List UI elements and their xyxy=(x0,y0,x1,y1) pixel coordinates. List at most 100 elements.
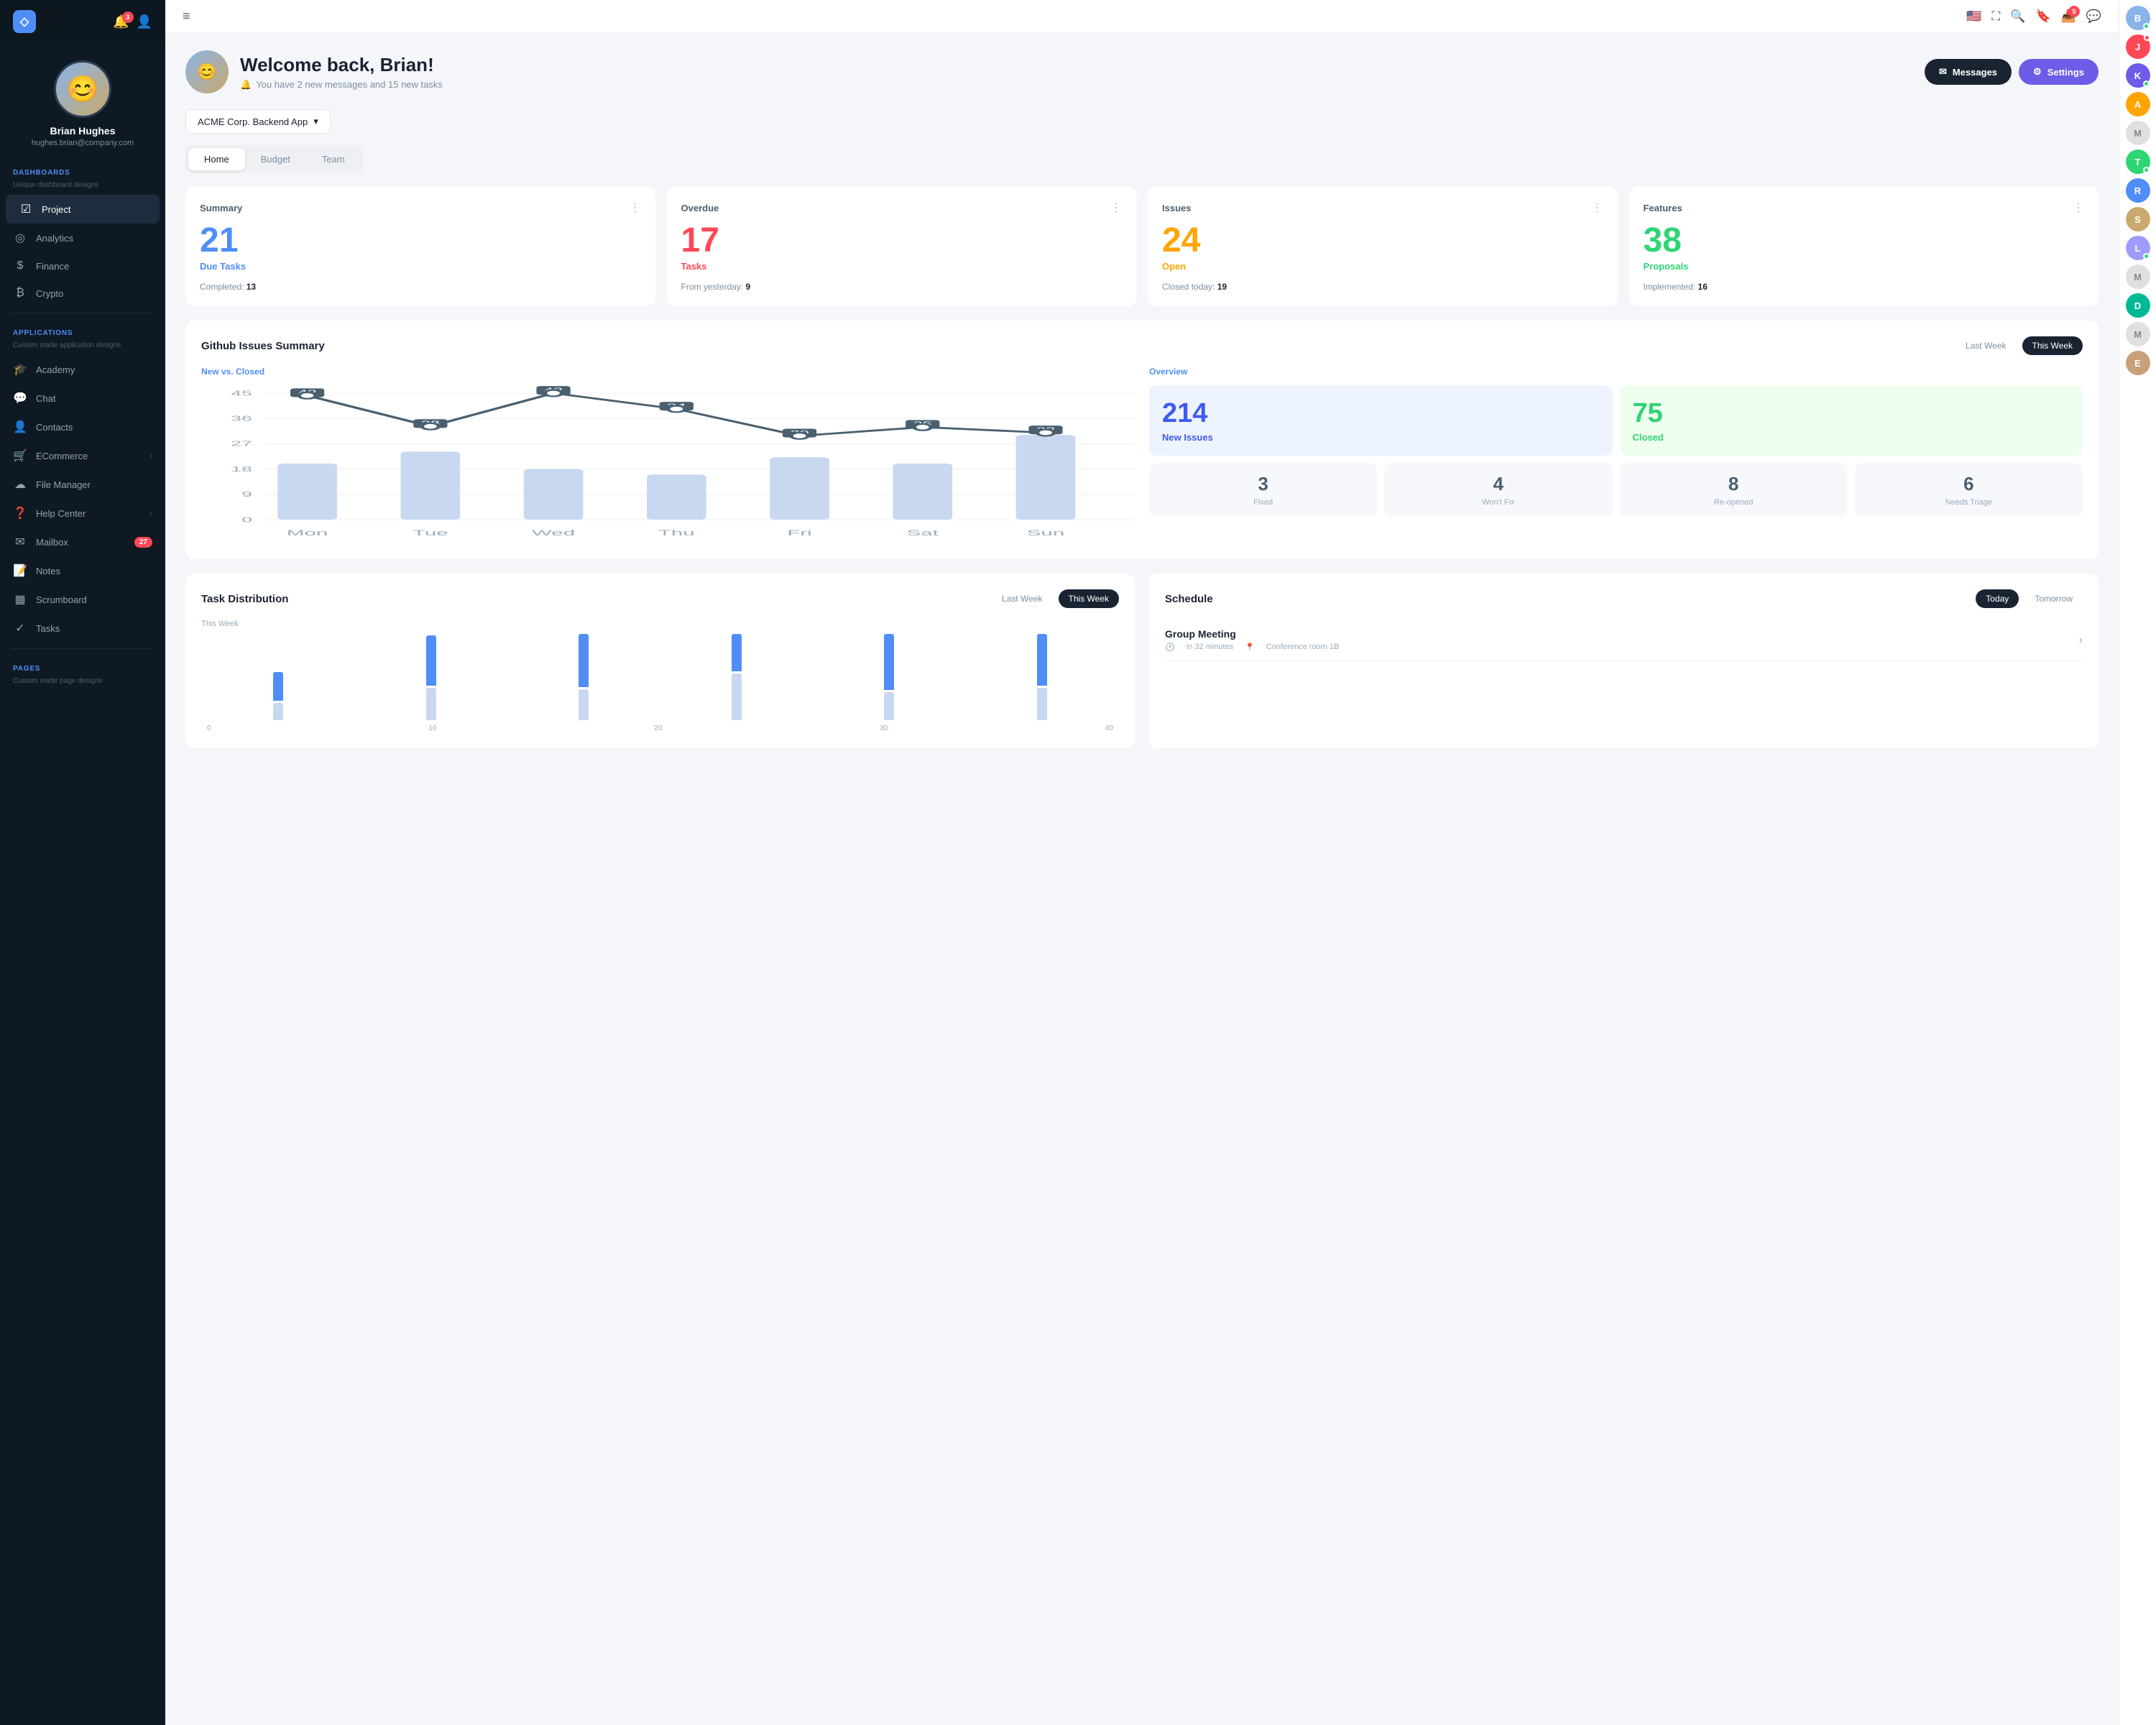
sidebar-item-notes[interactable]: 📝 Notes xyxy=(0,556,165,585)
right-avatar-13[interactable]: E xyxy=(2126,351,2150,375)
sidebar-item-help-center[interactable]: ❓ Help Center › xyxy=(0,499,165,528)
chat-topbar-icon[interactable]: 💬 xyxy=(2086,9,2101,24)
right-avatar-8[interactable]: S xyxy=(2126,207,2150,231)
tab-team[interactable]: Team xyxy=(306,148,361,170)
sidebar-item-mailbox[interactable]: ✉ Mailbox 27 xyxy=(0,528,165,556)
chevron-right-schedule-icon[interactable]: › xyxy=(2079,634,2083,647)
dashboards-sub: Unique dashboard designs xyxy=(0,180,165,195)
schedule-header: Schedule Today Tomorrow xyxy=(1165,589,2083,608)
new-issues-number: 214 xyxy=(1162,398,1600,429)
welcome-section: 😊 Welcome back, Brian! 🔔 You have 2 new … xyxy=(185,50,2099,93)
stat-title-overdue: Overdue xyxy=(681,203,719,213)
app-selector[interactable]: ACME Corp. Backend App ▾ xyxy=(185,109,331,134)
tab-home[interactable]: Home xyxy=(188,148,245,170)
welcome-left: 😊 Welcome back, Brian! 🔔 You have 2 new … xyxy=(185,50,443,93)
tabs: Home Budget Team xyxy=(185,145,364,173)
menu-icon[interactable]: ≡ xyxy=(183,9,190,24)
mini-num-triage: 6 xyxy=(1865,473,2073,495)
right-avatar-3[interactable]: K xyxy=(2126,63,2150,88)
sidebar-item-project[interactable]: ☑ Project xyxy=(6,195,160,224)
svg-text:Thu: Thu xyxy=(658,528,695,537)
right-avatar-11[interactable]: D xyxy=(2126,293,2150,318)
sidebar-item-file-manager[interactable]: ☁ File Manager xyxy=(0,470,165,499)
right-avatar-12[interactable]: M xyxy=(2126,322,2150,346)
envelope-icon: ✉ xyxy=(1939,66,1947,78)
svg-text:Wed: Wed xyxy=(532,528,575,537)
tasks-icon: ✓ xyxy=(13,621,27,635)
sidebar-item-academy[interactable]: 🎓 Academy xyxy=(0,355,165,384)
sidebar-item-label: Analytics xyxy=(36,233,73,244)
mailbox-icon: ✉ xyxy=(13,535,27,549)
period-buttons-github: Last Week This Week xyxy=(1955,336,2083,355)
settings-button[interactable]: ⚙ Settings xyxy=(2019,59,2099,85)
app-logo[interactable]: ◇ xyxy=(13,10,36,33)
sidebar-item-contacts[interactable]: 👤 Contacts xyxy=(0,413,165,441)
schedule-item: Group Meeting 🕐 in 32 minutes 📍 Conferen… xyxy=(1165,620,2083,661)
mini-card-fixed: 3 Fixed xyxy=(1149,463,1377,517)
svg-text:Mon: Mon xyxy=(287,528,328,537)
sidebar-item-ecommerce[interactable]: 🛒 ECommerce › xyxy=(0,441,165,470)
new-issues-card: 214 New Issues xyxy=(1149,385,1613,456)
sidebar-item-crypto[interactable]: ₿ Crypto xyxy=(0,280,165,307)
mini-card-triage: 6 Needs Triage xyxy=(1855,463,2083,517)
notification-bell-icon[interactable]: 🔔 3 xyxy=(113,14,129,29)
this-week-btn-task[interactable]: This Week xyxy=(1059,589,1119,608)
search-icon[interactable]: 🔍 xyxy=(2010,9,2025,24)
messages-button[interactable]: ✉ Messages xyxy=(1925,59,2012,85)
task-distribution-card: Task Distribution Last Week This Week Th… xyxy=(185,574,1135,748)
stat-menu-overdue[interactable]: ⋮ xyxy=(1110,201,1122,215)
stat-title-issues: Issues xyxy=(1162,203,1191,213)
tomorrow-btn-schedule[interactable]: Tomorrow xyxy=(2024,589,2083,608)
project-icon: ☑ xyxy=(19,202,33,216)
last-week-btn-github[interactable]: Last Week xyxy=(1955,336,2016,355)
right-avatar-7[interactable]: R xyxy=(2126,178,2150,203)
stat-menu-features[interactable]: ⋮ xyxy=(2073,201,2084,215)
stat-number-summary: 21 xyxy=(200,224,641,258)
task-dist-chart xyxy=(201,634,1119,720)
schedule-item-info: Group Meeting 🕐 in 32 minutes 📍 Conferen… xyxy=(1165,628,1339,652)
welcome-text: Welcome back, Brian! 🔔 You have 2 new me… xyxy=(240,54,443,91)
user-circle-icon[interactable]: 👤 xyxy=(137,14,152,29)
pages-sub: Custom made page designs xyxy=(0,676,165,691)
sidebar-item-analytics[interactable]: ◎ Analytics xyxy=(0,224,165,252)
schedule-card: Schedule Today Tomorrow Group Meeting 🕐 … xyxy=(1149,574,2099,748)
today-btn-schedule[interactable]: Today xyxy=(1976,589,2019,608)
mini-num-reopened: 8 xyxy=(1630,473,1838,495)
chart-wrapper: 45 36 27 18 9 0 xyxy=(201,385,1135,543)
sidebar-item-label: Contacts xyxy=(36,422,73,433)
stat-title-summary: Summary xyxy=(200,203,242,213)
sidebar-item-label: Help Center xyxy=(36,508,86,519)
right-avatar-6[interactable]: T xyxy=(2126,150,2150,174)
sidebar-item-finance[interactable]: $ Finance xyxy=(0,252,165,280)
ecommerce-icon: 🛒 xyxy=(13,448,27,463)
stat-menu-summary[interactable]: ⋮ xyxy=(630,201,641,215)
mini-lbl-reopened: Re-opened xyxy=(1630,498,1838,507)
right-avatar-9[interactable]: L xyxy=(2126,236,2150,260)
sidebar-item-chat[interactable]: 💬 Chat xyxy=(0,384,165,413)
stat-menu-issues[interactable]: ⋮ xyxy=(1592,201,1603,215)
right-avatar-10[interactable]: M xyxy=(2126,264,2150,289)
overview-subtitle: Overview xyxy=(1149,367,2083,377)
inbox-icon[interactable]: 📥 5 xyxy=(2061,9,2076,24)
sidebar-item-label: Crypto xyxy=(36,288,63,299)
fullscreen-icon[interactable]: ⛶ xyxy=(1991,9,2000,24)
bookmark-icon[interactable]: 🔖 xyxy=(2035,9,2050,24)
stat-card-overdue: Overdue ⋮ 17 Tasks From yesterday: 9 xyxy=(667,186,1137,306)
flag-icon[interactable]: 🇺🇸 xyxy=(1966,9,1981,24)
sidebar-item-label: Notes xyxy=(36,566,60,576)
chart-section: New vs. Closed 45 36 xyxy=(201,367,1135,543)
this-week-btn-github[interactable]: This Week xyxy=(2022,336,2083,355)
sidebar-icon-group: 🔔 3 👤 xyxy=(113,14,152,29)
right-avatar-2[interactable]: J xyxy=(2126,34,2150,59)
tab-budget[interactable]: Budget xyxy=(245,148,306,170)
right-avatar-1[interactable]: B xyxy=(2126,6,2150,30)
mini-num-wontfix: 4 xyxy=(1394,473,1602,495)
welcome-avatar: 😊 xyxy=(185,50,229,93)
sidebar-item-scrumboard[interactable]: ▦ Scrumboard xyxy=(0,585,165,614)
stat-footer-issues: Closed today: 19 xyxy=(1162,282,1603,292)
sidebar-item-tasks[interactable]: ✓ Tasks xyxy=(0,614,165,643)
avatar[interactable]: 😊 xyxy=(54,60,111,118)
last-week-btn-task[interactable]: Last Week xyxy=(992,589,1052,608)
right-avatar-4[interactable]: A xyxy=(2126,92,2150,116)
right-avatar-5[interactable]: M xyxy=(2126,121,2150,145)
